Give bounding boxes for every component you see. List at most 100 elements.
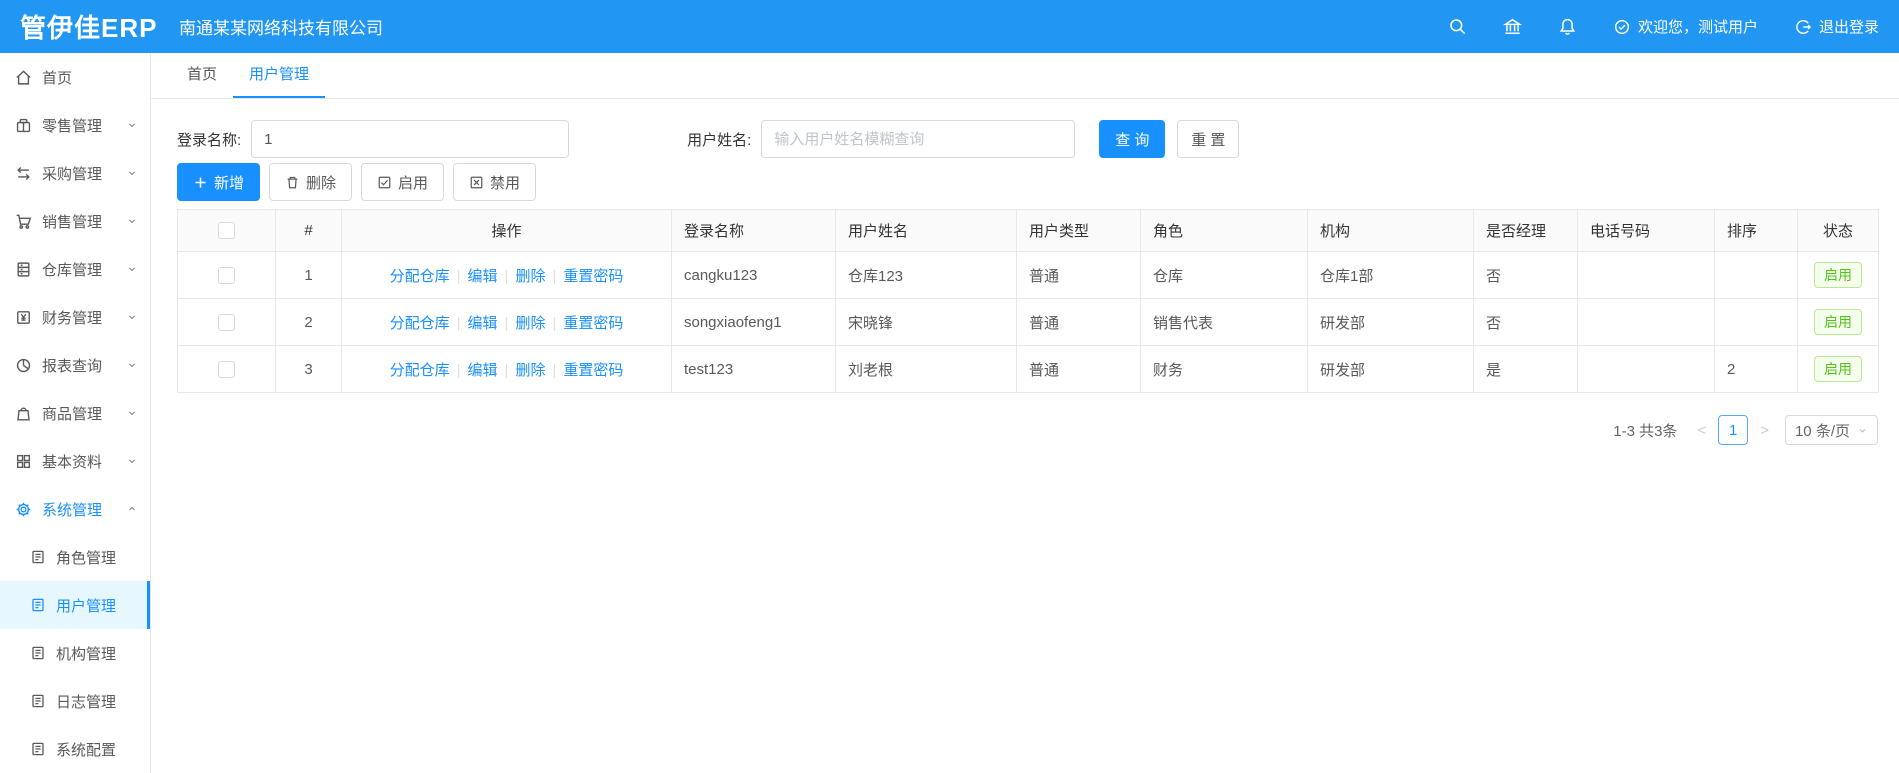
cell-is-manager: 否 — [1473, 251, 1578, 299]
table-row: 1 分配仓库 | 编辑 | 删除 | 重置密码 cangku123 仓库123 普通 仓库 仓库1部否 启… — [177, 251, 1879, 299]
sidebar-item-purchase[interactable]: 采购管理 — [0, 149, 150, 197]
edit-link[interactable]: 编辑 — [468, 362, 498, 379]
welcome-text: 欢迎您，测试用户 — [1637, 19, 1758, 36]
tab-bar: 首页 用户管理 — [151, 53, 1899, 99]
col-user-type: 用户类型 — [1016, 209, 1141, 252]
sidebar-item-home[interactable]: 首页 — [0, 53, 150, 101]
row-checkbox[interactable] — [218, 313, 235, 331]
assign-warehouse-link[interactable]: 分配仓库 — [390, 315, 450, 332]
sidebar-item-finance[interactable]: 财务管理 — [0, 293, 150, 341]
login-name-input[interactable] — [251, 120, 570, 158]
cell-sort — [1714, 298, 1798, 346]
chevron-down-icon — [126, 455, 138, 467]
assign-warehouse-link[interactable]: 分配仓库 — [390, 268, 450, 285]
sidebar-item-role-management[interactable]: 角色管理 — [0, 533, 150, 581]
tab-home[interactable]: 首页 — [171, 53, 233, 98]
sidebar-item-log-management[interactable]: 日志管理 — [0, 677, 150, 725]
delete-link[interactable]: 删除 — [515, 268, 545, 285]
action-separator: | — [552, 314, 557, 332]
pagination: 1-3 共3条 < 1 > 10 条/页 — [177, 415, 1878, 445]
sidebar-item-user-management[interactable]: 用户管理 — [0, 581, 150, 629]
document-icon — [30, 645, 46, 661]
sidebar-item-system-config[interactable]: 系统配置 — [0, 725, 150, 773]
chevron-down-icon — [126, 359, 138, 371]
chevron-down-icon — [126, 263, 138, 275]
page-size-select[interactable]: 10 条/页 — [1784, 415, 1878, 445]
sidebar-item-reports[interactable]: 报表查询 — [0, 341, 150, 389]
search-icon[interactable] — [1448, 17, 1467, 36]
cell-sort — [1714, 251, 1798, 299]
disable-button[interactable]: 禁用 — [453, 163, 537, 201]
select-all-checkbox[interactable] — [218, 222, 235, 240]
edit-link[interactable]: 编辑 — [468, 268, 498, 285]
reset-password-link[interactable]: 重置密码 — [563, 268, 623, 285]
sidebar-item-retail[interactable]: 零售管理 — [0, 101, 150, 149]
col-phone: 电话号码 — [1577, 209, 1715, 252]
bank-icon[interactable] — [1502, 17, 1522, 36]
welcome-user[interactable]: 欢迎您，测试用户 — [1613, 16, 1758, 37]
col-actions: 操作 — [341, 209, 672, 252]
table-body: 1 分配仓库 | 编辑 | 删除 | 重置密码 cangku123 仓库123 普通 仓库 仓库1部否启… — [177, 251, 1879, 393]
cell-login-name: cangku123 — [671, 251, 836, 299]
sidebar-item-org-management[interactable]: 机构管理 — [0, 629, 150, 677]
chevron-down-icon — [126, 167, 138, 179]
current-page-button[interactable]: 1 — [1718, 415, 1749, 445]
reset-password-link[interactable]: 重置密码 — [563, 362, 623, 379]
next-page-button[interactable]: > — [1754, 422, 1775, 439]
check-circle-icon — [1614, 19, 1629, 34]
user-name-input[interactable] — [761, 120, 1076, 158]
document-icon — [30, 693, 46, 709]
row-checkbox[interactable] — [218, 360, 235, 378]
action-separator: | — [504, 361, 509, 379]
page-content: 登录名称: 用户姓名: 查 询 重 置 新增 删除 启用 禁用 — [151, 99, 1899, 445]
document-icon — [30, 597, 46, 613]
sidebar-item-sales[interactable]: 销售管理 — [0, 197, 150, 245]
col-role: 角色 — [1140, 209, 1308, 252]
delete-link[interactable]: 删除 — [515, 315, 545, 332]
finance-icon — [15, 309, 32, 326]
pagination-total: 1-3 共3条 — [1613, 422, 1678, 440]
check-square-icon — [377, 175, 392, 190]
table-row: 3 分配仓库 | 编辑 | 删除 | 重置密码 test123 刘老根 普通 财务 研发部是 2 启用 — [177, 345, 1879, 393]
bell-icon[interactable] — [1558, 17, 1577, 36]
row-actions: 分配仓库 | 编辑 | 删除 | 重置密码 — [341, 345, 672, 393]
user-name-label: 用户姓名: — [687, 131, 752, 149]
cell-login-name: songxiaofeng1 — [671, 298, 836, 346]
sidebar-item-warehouse[interactable]: 仓库管理 — [0, 245, 150, 293]
add-button[interactable]: 新增 — [177, 163, 261, 201]
delete-link[interactable]: 删除 — [515, 362, 545, 379]
warehouse-icon — [15, 261, 32, 278]
enable-button[interactable]: 启用 — [361, 163, 445, 201]
plus-icon — [193, 175, 208, 190]
reset-button[interactable]: 重 置 — [1177, 120, 1240, 158]
logout-button[interactable]: 退出登录 — [1794, 16, 1879, 37]
reset-password-link[interactable]: 重置密码 — [563, 315, 623, 332]
sidebar-item-basic-data[interactable]: 基本资料 — [0, 437, 150, 485]
report-pie-icon — [15, 357, 32, 374]
cell-user-type: 普通 — [1016, 251, 1141, 299]
action-separator: | — [504, 267, 509, 285]
cell-org: 仓库1部 — [1307, 251, 1474, 299]
tab-user-management[interactable]: 用户管理 — [233, 53, 326, 98]
retail-icon — [15, 117, 32, 134]
topbar-actions: 欢迎您，测试用户 退出登录 — [1412, 16, 1899, 37]
company-name: 南通某某网络科技有限公司 — [179, 19, 383, 38]
edit-link[interactable]: 编辑 — [468, 315, 498, 332]
delete-button[interactable]: 删除 — [269, 163, 353, 201]
table-row: 2 分配仓库 | 编辑 | 删除 | 重置密码 songxiaofeng1 宋晓锋 普通 销售代表 研发… — [177, 298, 1879, 346]
row-checkbox[interactable] — [218, 266, 235, 284]
goods-bag-icon — [15, 405, 32, 422]
cell-phone — [1577, 298, 1715, 346]
toolbar: 新增 删除 启用 禁用 — [177, 163, 1881, 201]
cell-is-manager: 否 — [1473, 298, 1578, 346]
login-name-label: 登录名称: — [177, 131, 242, 149]
prev-page-button[interactable]: < — [1691, 422, 1712, 439]
search-form: 登录名称: 用户姓名: 查 询 重 置 — [177, 120, 1881, 158]
assign-warehouse-link[interactable]: 分配仓库 — [390, 362, 450, 379]
sidebar-item-goods[interactable]: 商品管理 — [0, 389, 150, 437]
sidebar-item-system[interactable]: 系统管理 — [0, 485, 150, 533]
row-index: 1 — [275, 251, 342, 299]
query-button[interactable]: 查 询 — [1099, 120, 1166, 158]
status-badge: 启用 — [1814, 262, 1862, 288]
row-index: 2 — [275, 298, 342, 346]
